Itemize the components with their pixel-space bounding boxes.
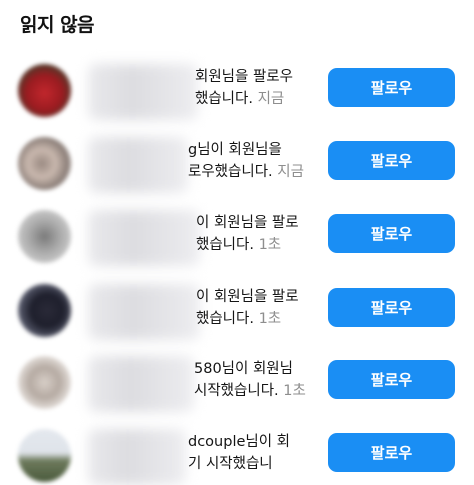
notification-line-1: dcouple님이 회 — [188, 434, 291, 450]
notification-line-1: 이 회원님을 팔로 — [196, 289, 299, 305]
follow-button[interactable]: 팔로우 — [328, 288, 455, 327]
avatar[interactable] — [18, 210, 71, 263]
blurred-username[interactable] — [88, 137, 188, 193]
follow-button[interactable]: 팔로우 — [328, 214, 455, 253]
blurred-username[interactable] — [88, 64, 198, 120]
section-title: 읽지 않음 — [20, 14, 95, 36]
notification-text: 580님이 회원님 시작했습니다. 1초 — [194, 358, 320, 402]
notification-line-2: 했습니다. — [196, 311, 254, 327]
notification-line-1: 580님이 회원님 — [194, 361, 293, 377]
notification-line-1: 이 회원님을 팔로 — [196, 215, 299, 231]
notification-time: 1초 — [283, 383, 306, 399]
notification-time: 1초 — [258, 311, 282, 327]
notification-row[interactable]: 580님이 회원님 시작했습니다. 1초 팔로우 — [0, 352, 474, 412]
follow-button[interactable]: 팔로우 — [328, 68, 455, 107]
notification-text: g님이 회원님을 로우했습니다. 지금 — [188, 139, 314, 183]
avatar[interactable] — [18, 356, 71, 409]
blurred-username[interactable] — [88, 284, 200, 340]
follow-button[interactable]: 팔로우 — [328, 360, 455, 399]
avatar[interactable] — [18, 284, 71, 337]
notification-row[interactable]: g님이 회원님을 로우했습니다. 지금 팔로우 — [0, 133, 474, 193]
notification-time: 지금 — [277, 164, 304, 180]
avatar[interactable] — [18, 429, 71, 482]
follow-button[interactable]: 팔로우 — [328, 433, 455, 472]
avatar[interactable] — [18, 137, 71, 190]
notification-text: 이 회원님을 팔로 했습니다. 1초 — [196, 286, 322, 330]
blurred-username[interactable] — [88, 429, 186, 485]
notification-line-2: 로우했습니다. — [188, 164, 273, 180]
notification-text: dcouple님이 회 기 시작했습니 — [188, 431, 314, 475]
notification-line-2: 했습니다. — [195, 91, 253, 107]
notification-line-2: 시작했습니다. — [194, 383, 279, 399]
notification-text: 이 회원님을 팔로 했습니다. 1초 — [196, 212, 322, 256]
notification-row[interactable]: 회원님을 팔로우 했습니다. 지금 팔로우 — [0, 60, 474, 120]
blurred-username[interactable] — [88, 356, 194, 412]
notification-row[interactable]: 이 회원님을 팔로 했습니다. 1초 팔로우 — [0, 280, 474, 340]
notification-text: 회원님을 팔로우 했습니다. 지금 — [195, 66, 321, 110]
notification-row[interactable]: 이 회원님을 팔로 했습니다. 1초 팔로우 — [0, 206, 474, 266]
notification-line-2: 기 시작했습니 — [188, 456, 273, 472]
notification-line-1: g님이 회원님을 — [188, 142, 282, 158]
notification-time: 지금 — [257, 91, 285, 107]
blurred-username[interactable] — [88, 210, 200, 266]
notification-line-1: 회원님을 팔로우 — [195, 69, 293, 85]
follow-button[interactable]: 팔로우 — [328, 141, 455, 180]
notification-time: 1초 — [258, 237, 282, 253]
avatar[interactable] — [18, 64, 71, 117]
notification-line-2: 했습니다. — [196, 237, 254, 253]
notification-row[interactable]: dcouple님이 회 기 시작했습니 팔로우 — [0, 425, 474, 485]
